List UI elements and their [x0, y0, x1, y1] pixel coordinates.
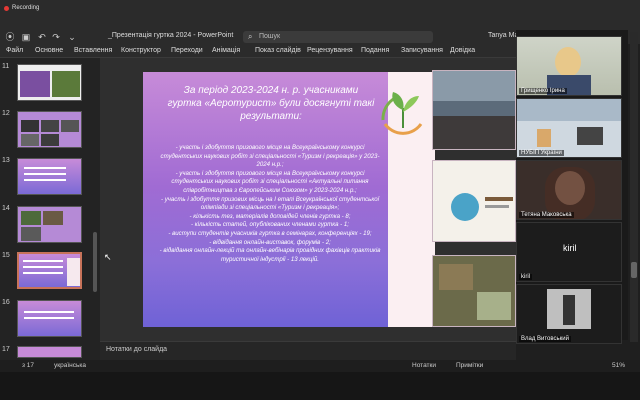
mouse-cursor-icon: ↖	[104, 252, 112, 262]
document-title: _Презентація гуртка 2024 - PowerPoint	[108, 32, 234, 39]
participant-name: НУБІП України	[519, 150, 564, 156]
participant-tile[interactable]: Влад Витовський	[516, 284, 622, 344]
customize-toolbar-icon[interactable]: ⌄	[66, 31, 78, 43]
photo-group	[432, 255, 516, 327]
slide-bullet: - відвідання онлайн-лекцій та онлайн-веб…	[159, 247, 381, 263]
tab-design[interactable]: Конструктор	[121, 47, 161, 54]
thumb-number: 17	[2, 346, 10, 353]
taskbar	[0, 372, 640, 400]
tab-help[interactable]: Довідка	[450, 47, 475, 54]
slide-thumbnail-15[interactable]	[17, 252, 82, 289]
participant-name: Тетяна Маковська	[519, 212, 574, 218]
slide-content-panel: За період 2023-2024 н. р. учасниками гур…	[143, 72, 388, 327]
comments-toggle-button[interactable]: Примітки	[456, 362, 483, 369]
thumb-number: 11	[2, 63, 10, 70]
thumbnails-scrollbar[interactable]	[93, 232, 97, 292]
notes-placeholder: Нотатки до слайда	[106, 346, 168, 353]
participant-display-name: kiril	[563, 243, 577, 253]
participant-tile[interactable]: Грищенко Ірина	[516, 36, 622, 96]
zoom-level[interactable]: 51%	[612, 362, 625, 369]
slide-bullet: - кількість тез, матеріалів доповідей чл…	[189, 212, 351, 220]
slide-thumbnail-13[interactable]	[17, 158, 82, 195]
participant-tile[interactable]: kiril kiril	[516, 222, 622, 282]
photo-auditorium	[432, 70, 516, 150]
slide-thumbnail-17[interactable]	[17, 346, 82, 358]
undo-icon[interactable]: ↶	[36, 31, 48, 43]
participants-scroll-thumb[interactable]	[631, 262, 637, 278]
search-placeholder: Пошук	[259, 33, 281, 40]
participants-scrollbar[interactable]	[630, 32, 638, 342]
redo-icon[interactable]: ↷	[50, 31, 62, 43]
thumb-number: 15	[2, 252, 10, 259]
slide-bullet: - участь і здобуття призового місця на В…	[160, 144, 380, 169]
slide-thumbnail-14[interactable]	[17, 206, 82, 243]
search-input[interactable]: ⌕ Пошук	[243, 31, 433, 43]
tab-view[interactable]: Подання	[361, 47, 389, 54]
thumb-number: 16	[2, 299, 10, 306]
participant-name: Влад Витовський	[519, 336, 571, 342]
thumb-number: 12	[2, 110, 10, 117]
slide-count: з 17	[22, 362, 35, 369]
language[interactable]: українська	[54, 362, 86, 369]
slide-title: За період 2023-2024 н. р. учасниками гур…	[167, 85, 375, 122]
autosave-icon[interactable]: ⦿	[4, 31, 16, 43]
tab-recording[interactable]: Записування	[401, 47, 443, 54]
plant-logo-icon	[381, 92, 423, 135]
slide-bullet: - виступи студентів учасників гуртка в с…	[168, 229, 372, 237]
slide-bullet: - відвідання онлайн-виставок, форумів - …	[209, 238, 331, 246]
screen-root: Recording ⦿ ▣ ↶ ↷ ⌄ _Презентація гуртка …	[0, 0, 640, 400]
recording-indicator: Recording	[4, 3, 39, 13]
participant-name: kiril	[519, 274, 532, 280]
participant-name: Грищенко Ірина	[519, 88, 567, 94]
thumb-number: 13	[2, 157, 10, 164]
participant-tile[interactable]: НУБІП України	[516, 98, 622, 158]
slide-bullet: - участь і здобуття призових місць на І …	[161, 195, 379, 212]
photo-infographic	[432, 160, 516, 242]
tab-review[interactable]: Рецензування	[307, 47, 353, 54]
slide-bullet: - кількість статей, опублікованих членам…	[191, 221, 349, 229]
tab-home[interactable]: Основне	[35, 47, 63, 54]
slide-thumbnail-16[interactable]	[17, 300, 82, 337]
tab-animations[interactable]: Анімація	[212, 47, 240, 54]
slide-bullet: - участь і здобуття призового місця на В…	[171, 169, 369, 194]
thumb-number: 14	[2, 205, 10, 212]
status-bar	[0, 360, 640, 372]
tab-transitions[interactable]: Переходи	[171, 47, 203, 54]
notes-pane[interactable]: Нотатки до слайда	[100, 341, 516, 360]
recording-label: Recording	[12, 5, 40, 11]
save-icon[interactable]: ▣	[20, 31, 32, 43]
tab-insert[interactable]: Вставлення	[74, 47, 112, 54]
tab-slide-show[interactable]: Показ слайдів	[255, 47, 301, 54]
record-dot-icon	[4, 5, 9, 11]
participant-tile[interactable]: Тетяна Маковська	[516, 160, 622, 220]
tab-file[interactable]: Файл	[6, 47, 23, 54]
slide-thumbnail-12[interactable]	[17, 111, 82, 148]
notes-toggle-button[interactable]: Нотатки	[412, 362, 436, 369]
search-icon: ⌕	[248, 32, 253, 41]
slide-body: - участь і здобуття призового місця на В…	[157, 144, 383, 264]
current-slide[interactable]: За період 2023-2024 н. р. учасниками гур…	[143, 72, 435, 327]
slide-thumbnail-11[interactable]	[17, 64, 82, 101]
